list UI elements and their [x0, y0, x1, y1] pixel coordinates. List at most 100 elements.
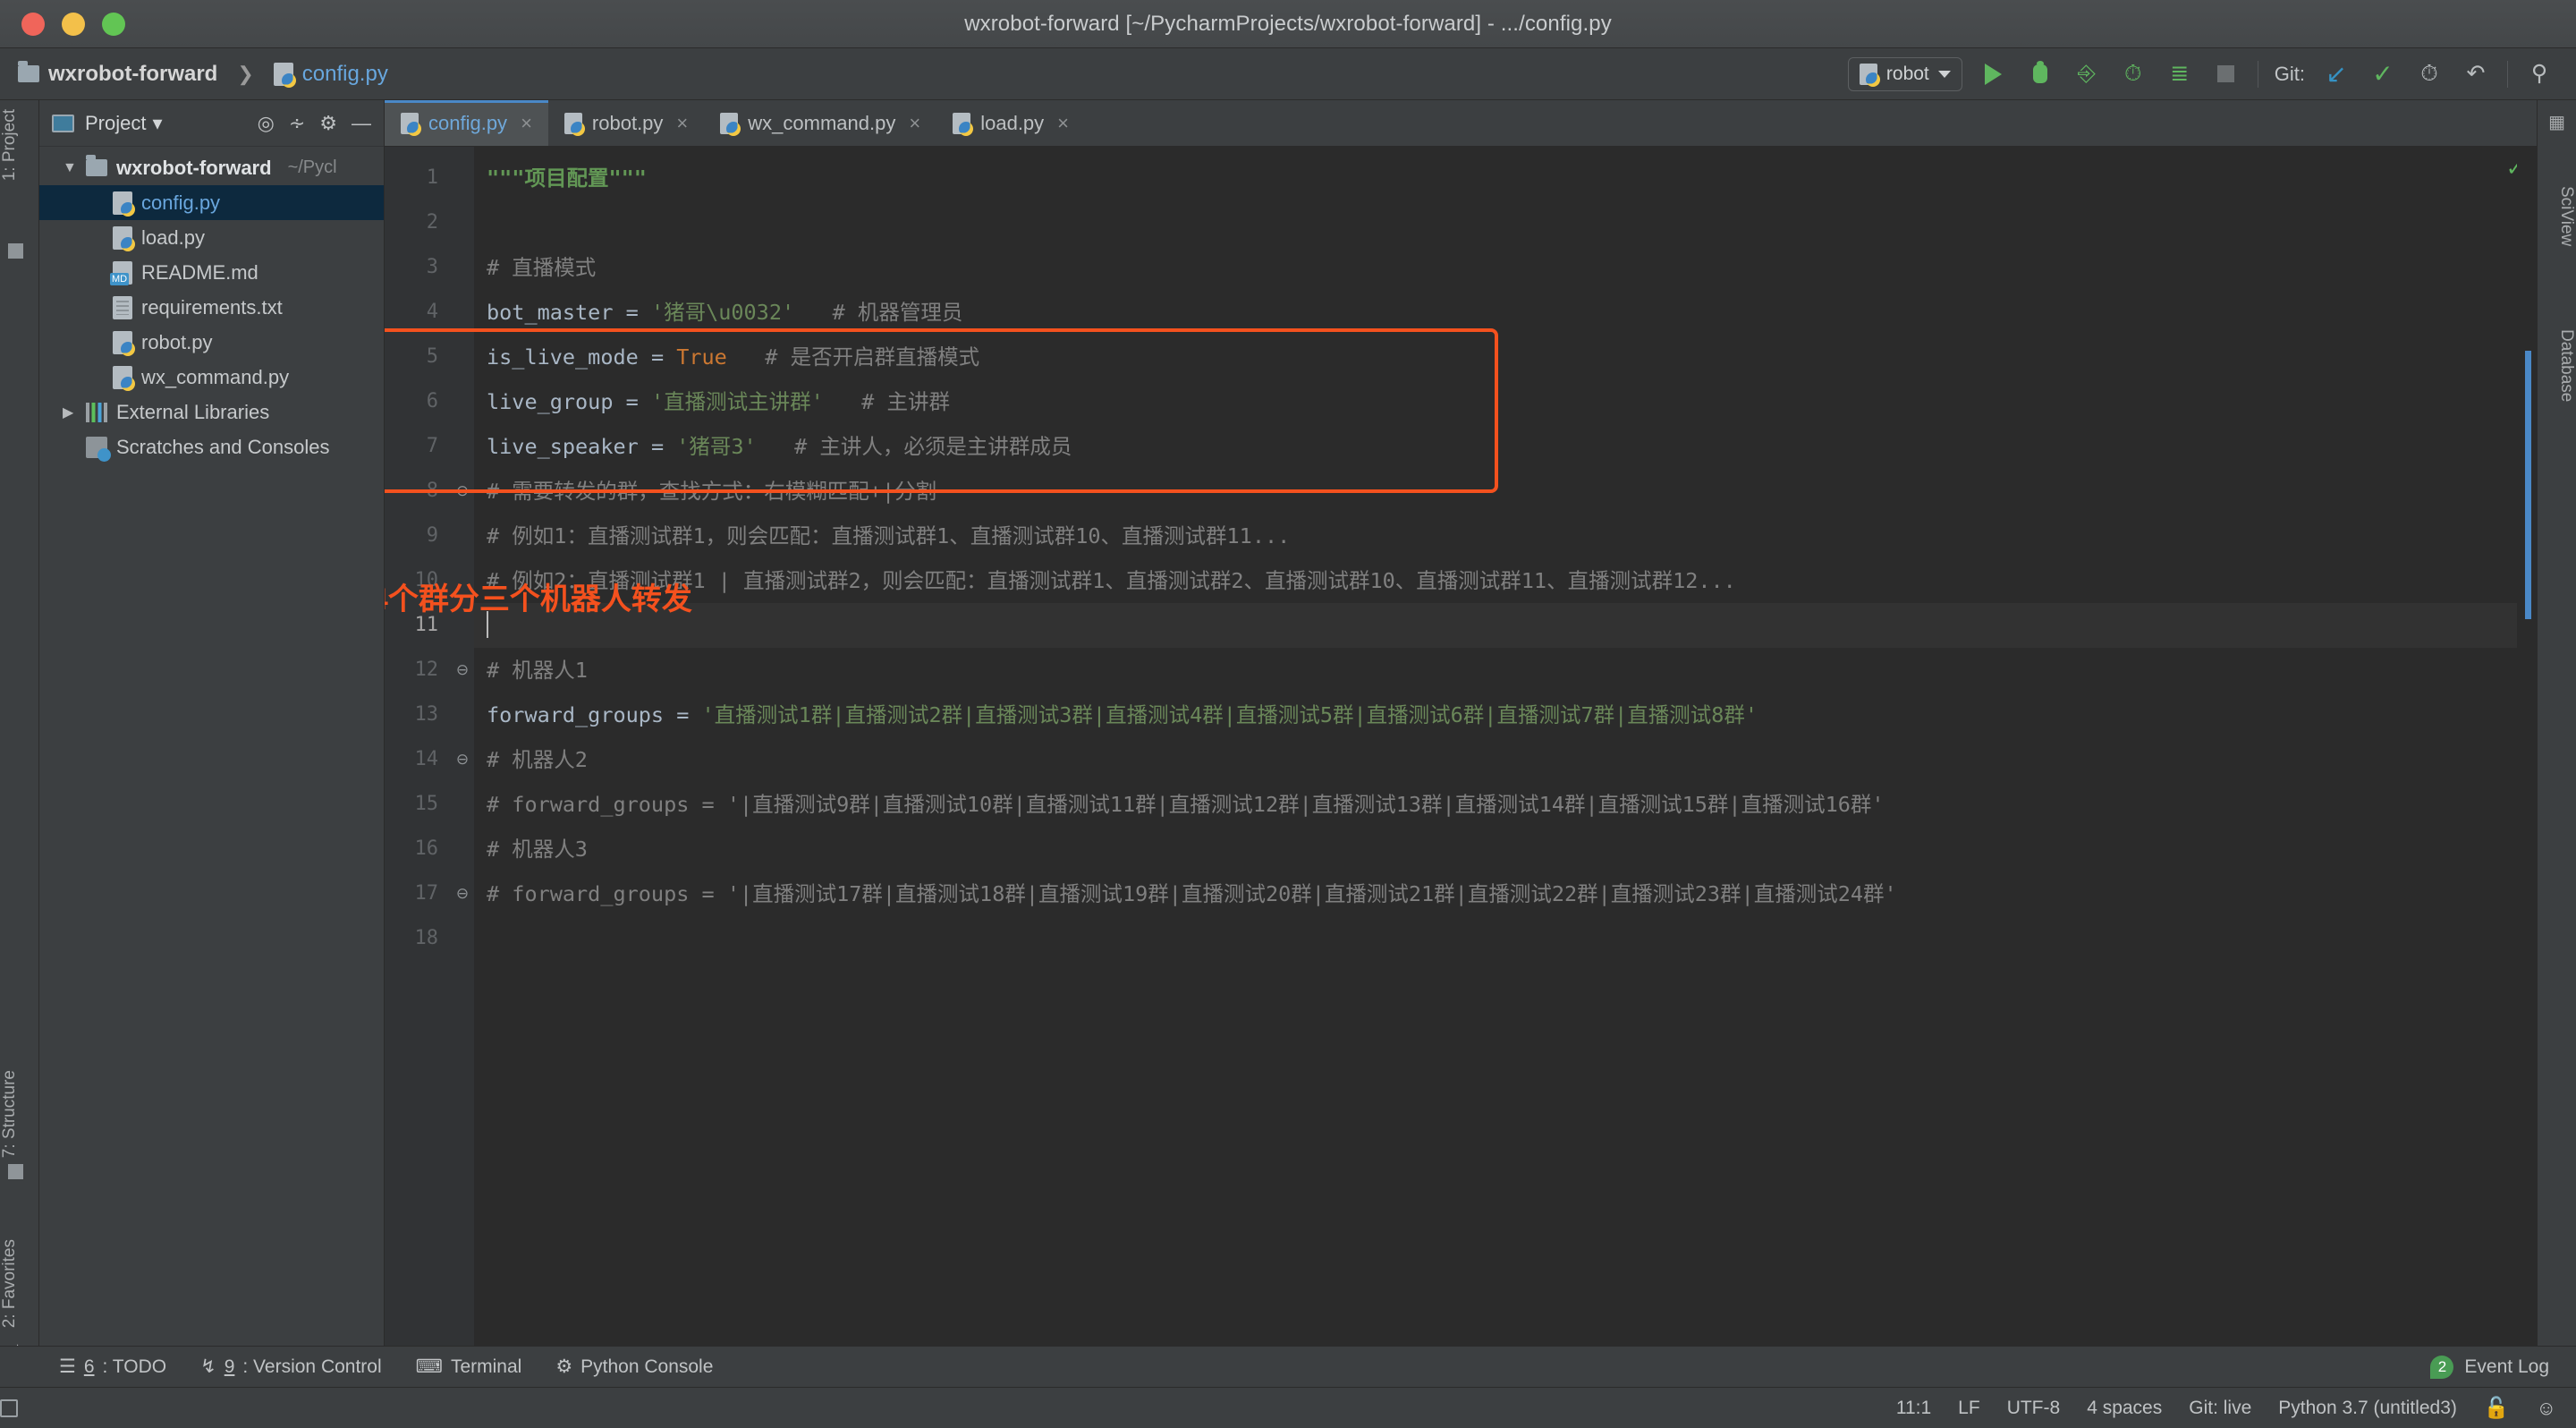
tree-item-config-py[interactable]: ▶config.py: [39, 185, 384, 220]
code-line[interactable]: """项目配置""": [474, 156, 2537, 200]
git-commit-icon[interactable]: ✓: [2368, 59, 2398, 89]
code-line[interactable]: # 例如1：直播测试群1，则会匹配：直播测试群1、直播测试群10、直播测试群11…: [474, 514, 2537, 558]
tool-window-terminal[interactable]: ⌨ Terminal: [416, 1356, 522, 1378]
code-line[interactable]: forward_groups = '直播测试1群|直播测试2群|直播测试3群|直…: [474, 693, 2537, 737]
event-log-area[interactable]: 2 Event Log: [2430, 1356, 2576, 1379]
toolbar-divider-2: [2507, 61, 2508, 88]
code-lines[interactable]: ✓ """项目配置"""# 直播模式bot_master = '猪哥\u0032…: [474, 147, 2537, 1387]
target-icon[interactable]: ◎: [258, 112, 275, 135]
code-line[interactable]: is_live_mode = True # 是否开启群直播模式: [474, 335, 2537, 379]
profile-icon[interactable]: ⏱: [2118, 59, 2148, 89]
project-panel-title[interactable]: Project ▾: [85, 112, 163, 135]
code-line[interactable]: # forward_groups = '|直播测试17群|直播测试18群|直播测…: [474, 871, 2537, 916]
inspector-icon[interactable]: ☺: [2537, 1397, 2556, 1420]
code-line[interactable]: # 机器人3: [474, 827, 2537, 871]
tree-item-wx-command-py[interactable]: ▶wx_command.py: [39, 360, 384, 395]
fold-marker-icon[interactable]: ⊖: [451, 469, 474, 514]
fold-spacer: [451, 245, 474, 290]
code-line[interactable]: # 需要转发的群，查找方式：右模糊匹配+|分割: [474, 469, 2537, 514]
close-icon[interactable]: ×: [1057, 112, 1069, 135]
code-line[interactable]: [474, 200, 2537, 245]
disclosure-triangle-icon[interactable]: ▼: [63, 160, 77, 176]
editor-tab-bar[interactable]: config.py×robot.py×wx_command.py×load.py…: [385, 100, 2537, 147]
python-interpreter[interactable]: Python 3.7 (untitled3): [2278, 1398, 2457, 1419]
sidebar-item-structure[interactable]: 7: Structure: [0, 1065, 39, 1163]
python-file-icon: [113, 226, 132, 250]
sidebar-item-database[interactable]: Database: [2537, 324, 2576, 407]
event-log-label: Event Log: [2464, 1356, 2549, 1378]
run-with-icon[interactable]: ≣: [2165, 59, 2195, 89]
code-line[interactable]: live_group = '直播测试主讲群' # 主讲群: [474, 379, 2537, 424]
tree-item-load-py[interactable]: ▶load.py: [39, 220, 384, 255]
code-token: =: [676, 702, 701, 727]
encoding[interactable]: UTF-8: [2007, 1398, 2061, 1419]
fold-marker-icon[interactable]: ⊖: [451, 871, 474, 916]
close-icon[interactable]: ×: [909, 112, 920, 135]
run-coverage-icon[interactable]: ⎆: [2072, 59, 2102, 89]
tree-item-scratches-and-consoles[interactable]: ▶Scratches and Consoles: [39, 429, 384, 464]
git-branch[interactable]: Git: live: [2189, 1398, 2251, 1419]
stop-icon[interactable]: [2211, 59, 2241, 89]
tab-label: robot.py: [592, 112, 664, 135]
tree-item-requirements-txt[interactable]: ▶requirements.txt: [39, 290, 384, 325]
code-line[interactable]: live_speaker = '猪哥3' # 主讲人，必须是主讲群成员: [474, 424, 2537, 469]
tab-wx-command-py[interactable]: wx_command.py×: [704, 100, 936, 146]
code-line[interactable]: # 直播模式: [474, 245, 2537, 290]
code-line[interactable]: # forward_groups = '|直播测试9群|直播测试10群|直播测试…: [474, 782, 2537, 827]
git-rollback-icon[interactable]: ↶: [2461, 59, 2491, 89]
fold-marker-icon[interactable]: ⊖: [451, 737, 474, 782]
indent-setting[interactable]: 4 spaces: [2087, 1398, 2162, 1419]
fold-gutter[interactable]: ⊖ ⊖ ⊖ ⊖: [451, 147, 474, 1387]
gear-icon[interactable]: ⚙: [319, 112, 337, 135]
sidebar-item-sciview[interactable]: SciView: [2537, 181, 2576, 251]
tab-config-py[interactable]: config.py×: [385, 100, 548, 146]
fold-spacer: [451, 827, 474, 871]
lock-icon[interactable]: 🔓: [2484, 1396, 2510, 1420]
library-icon: [86, 403, 107, 422]
line-number: 2: [385, 200, 451, 245]
caret-position[interactable]: 11:1: [1896, 1398, 1931, 1419]
tree-item-external-libraries[interactable]: ▶External Libraries: [39, 395, 384, 429]
fold-marker-icon[interactable]: ⊖: [451, 648, 474, 693]
search-icon[interactable]: ⚲: [2524, 59, 2555, 89]
run-button[interactable]: [1979, 59, 2009, 89]
code-line[interactable]: # 机器人1: [474, 648, 2537, 693]
close-icon[interactable]: ×: [676, 112, 688, 135]
code-line[interactable]: bot_master = '猪哥\u0032' # 机器管理员: [474, 290, 2537, 335]
code-token: # 主讲群: [824, 389, 950, 414]
close-icon[interactable]: ×: [521, 112, 532, 135]
git-update-icon[interactable]: ↙: [2321, 59, 2351, 89]
disclosure-triangle-icon[interactable]: ▶: [63, 404, 77, 421]
breadcrumb-project[interactable]: wxrobot-forward: [48, 62, 217, 87]
markdown-file-icon: [113, 261, 132, 285]
run-configuration-name: robot: [1886, 64, 1929, 85]
line-number-gutter: 123456789101112131415161718: [385, 147, 451, 1387]
code-line[interactable]: [474, 916, 2537, 961]
tree-item-readme-md[interactable]: ▶README.md: [39, 255, 384, 290]
hide-icon[interactable]: —: [352, 112, 371, 135]
project-panel-actions: ◎ ∻ ⚙ —: [258, 112, 371, 135]
sidebar-item-favorites[interactable]: 2: Favorites: [0, 1234, 39, 1333]
run-configuration-selector[interactable]: robot: [1848, 57, 1962, 91]
marker-bar[interactable]: [2517, 147, 2537, 1387]
sidebar-item-project[interactable]: 1: Project: [0, 104, 39, 186]
breadcrumb-file[interactable]: config.py: [302, 62, 388, 87]
tree-item-wxrobot-forward[interactable]: ▼wxrobot-forward~/Pycl: [39, 150, 384, 185]
tool-window-python-console[interactable]: ⚙ Python Console: [555, 1356, 713, 1378]
tree-item-robot-py[interactable]: ▶robot.py: [39, 325, 384, 360]
collapse-all-icon[interactable]: ∻: [289, 112, 305, 135]
git-history-icon[interactable]: ⏱: [2414, 59, 2445, 89]
tool-window-version-control[interactable]: ↯ 9: Version Control: [200, 1356, 382, 1378]
tool-window-todo[interactable]: ☰ 6: TODO: [59, 1356, 166, 1378]
debug-icon[interactable]: [2025, 59, 2055, 89]
code-line[interactable]: # 例如2：直播测试群1 | 直播测试群2，则会匹配：直播测试群1、直播测试群2…: [474, 558, 2537, 603]
code-line[interactable]: [474, 603, 2537, 648]
line-number: 18: [385, 916, 451, 961]
tab-robot-py[interactable]: robot.py ×: [548, 100, 704, 146]
project-tree[interactable]: ▼wxrobot-forward~/Pycl▶config.py▶load.py…: [39, 147, 384, 464]
tab-load-py[interactable]: load.py×: [936, 100, 1085, 146]
line-separator[interactable]: LF: [1958, 1398, 1980, 1419]
memory-indicator-icon[interactable]: [0, 1399, 18, 1417]
code-line[interactable]: # 机器人2: [474, 737, 2537, 782]
code-editor[interactable]: 123456789101112131415161718 ⊖⊖⊖⊖ ✓ """项目…: [385, 147, 2537, 1387]
